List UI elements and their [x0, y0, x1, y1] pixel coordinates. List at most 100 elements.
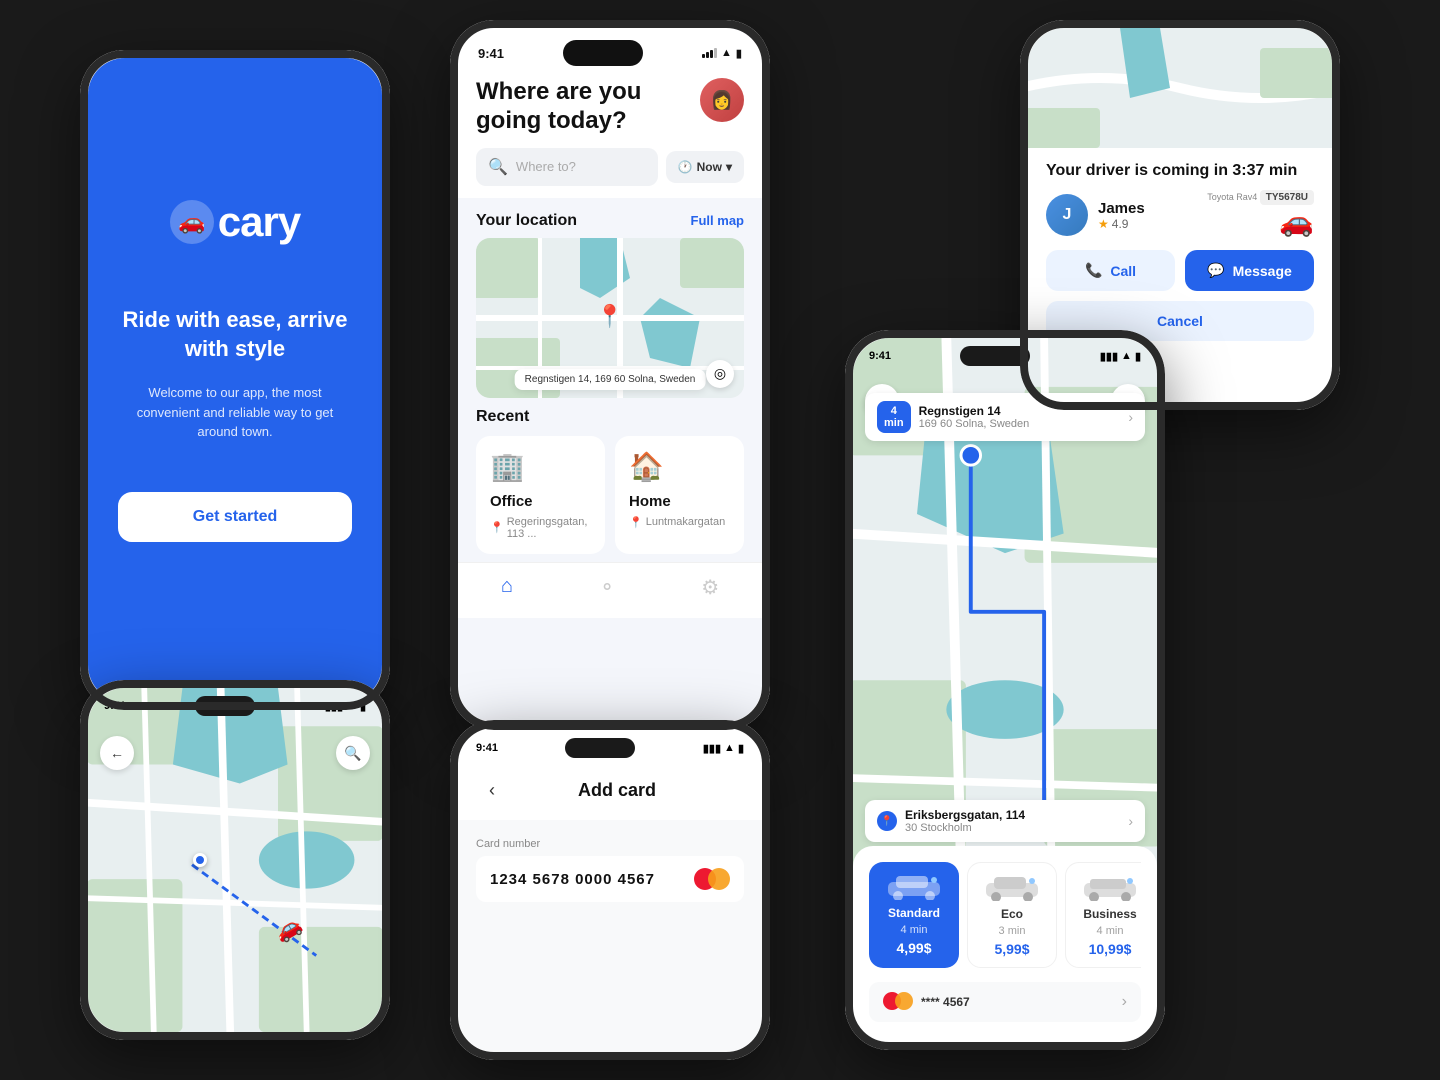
user-avatar[interactable]: 👩 [700, 78, 744, 122]
home-title: Where are you going today? [476, 78, 700, 136]
vehicle-business[interactable]: Business 4 min 10,99$ [1065, 862, 1141, 968]
map-status-bar: 9:41 ▮▮▮ ▲ ▮ [104, 696, 366, 716]
recent-section: Recent 🏢 Office 📍 Regeringsgatan, 113 ..… [458, 398, 762, 562]
home-icon: 🏠 [629, 450, 730, 483]
addcard-title: Add card [522, 780, 744, 801]
plate-badge: TY5678U [1260, 190, 1314, 205]
addcard-status-bar: 9:41 ▮▮▮ ▲ ▮ [458, 728, 762, 762]
action-buttons: 📞 Call 💬 Message [1046, 250, 1314, 291]
search-row: 🔍 Where to? 🕐 Now ▾ [476, 148, 744, 186]
nav-settings-icon: ⚙ [701, 575, 719, 600]
recent-cards: 🏢 Office 📍 Regeringsgatan, 113 ... 🏠 Hom… [476, 436, 744, 554]
map-screen: 9:41 ▮▮▮ ▲ ▮ [88, 688, 382, 1032]
nav-search-icon: ⚬ [599, 575, 616, 600]
home-title-row: Where are you going today? 👩 [476, 78, 744, 136]
dest-pin-icon: 📍 [877, 811, 897, 831]
origin-dot [193, 853, 207, 867]
signal-icon: ▮▮▮ [325, 700, 343, 713]
phone-icon: 📞 [1085, 262, 1102, 279]
logo-icon: 🚗 [170, 200, 214, 244]
phone-splash: 🚗 cary Ride with ease, arrive with style… [80, 50, 390, 710]
addcard-status-icons: ▮▮▮ ▲ ▮ [703, 742, 744, 755]
bottom-nav: ⌂ ⚬ ⚙ [458, 562, 762, 618]
call-button[interactable]: 📞 Call [1046, 250, 1175, 291]
home-name: Home [629, 493, 730, 510]
vehicle-standard[interactable]: Standard 4 min 4,99$ [869, 862, 959, 968]
map-island [195, 696, 255, 716]
route-island [960, 346, 1030, 366]
dest-text: Eriksbergsgatan, 114 30 Stockholm [905, 808, 1120, 834]
nav-home[interactable]: ⌂ [501, 575, 513, 600]
dest-chip[interactable]: 📍 Eriksbergsgatan, 114 30 Stockholm › [865, 800, 1145, 842]
location-address-chip: Regnstigen 14, 169 60 Solna, Sweden [515, 369, 706, 390]
nav-search[interactable]: ⚬ [599, 575, 616, 600]
card-number-field: Card number 1234 5678 0000 4567 [476, 838, 744, 902]
home-screen: 9:41 ▲ ▮ Where are you going today? [458, 28, 762, 722]
splash-tagline: Ride with ease, arrive with style [118, 306, 352, 363]
addcard-header: ‹ Add card [458, 762, 762, 820]
search-placeholder: Where to? [516, 159, 576, 174]
card-number-input[interactable]: 1234 5678 0000 4567 [476, 856, 744, 902]
payment-row[interactable]: **** 4567 › [869, 982, 1141, 1022]
back-button-map[interactable]: ← [100, 736, 134, 770]
driver-car: Toyota Rav4 TY5678U 🚗 [1207, 192, 1314, 238]
location-title: Your location [476, 212, 577, 230]
driver-details: James ★ 4.9 [1098, 200, 1145, 231]
driver-name: James [1098, 200, 1145, 217]
business-car-icon [1080, 873, 1140, 901]
location-pin: 📍 [596, 303, 623, 329]
route-status-icons: ▮▮▮ ▲ ▮ [1100, 350, 1141, 363]
chat-icon: 💬 [1207, 262, 1224, 279]
phone-home: 9:41 ▲ ▮ Where are you going today? [450, 20, 770, 730]
route-signal: ▮▮▮ [1100, 350, 1118, 363]
addcard-back-button[interactable]: ‹ [476, 774, 508, 806]
compass-icon: ◎ [706, 360, 734, 388]
nav-home-icon: ⌂ [501, 575, 513, 598]
phone-route: 9:41 ▮▮▮ ▲ ▮ [845, 330, 1165, 1050]
ac-wifi: ▲ [724, 742, 735, 755]
search-box[interactable]: 🔍 Where to? [476, 148, 658, 186]
driver-avatar: J [1046, 194, 1088, 236]
dest-chevron: › [1128, 813, 1133, 829]
driver-rating: ★ 4.9 [1098, 217, 1145, 231]
card-form: Card number 1234 5678 0000 4567 [458, 820, 762, 934]
now-label: Now [697, 160, 722, 174]
recent-card-office[interactable]: 🏢 Office 📍 Regeringsgatan, 113 ... [476, 436, 605, 554]
card-last4: **** 4567 [921, 995, 970, 1009]
recent-title: Recent [476, 408, 744, 426]
battery-icon-2: ▮ [360, 700, 366, 713]
now-button[interactable]: 🕐 Now ▾ [666, 151, 744, 183]
splash-screen: 🚗 cary Ride with ease, arrive with style… [88, 58, 382, 702]
vehicle-options: Standard 4 min 4,99$ [869, 862, 1141, 968]
driver-left: J James ★ 4.9 [1046, 194, 1145, 236]
message-button[interactable]: 💬 Message [1185, 250, 1314, 291]
avatar-placeholder: 👩 [700, 78, 744, 122]
addcard-island [565, 738, 635, 758]
splash-subtitle: Welcome to our app, the most convenient … [118, 383, 352, 442]
dynamic-island [563, 40, 643, 66]
vehicle-eco[interactable]: Eco 3 min 5,99$ [967, 862, 1057, 968]
route-wifi: ▲ [1121, 350, 1132, 362]
status-time: 9:41 [478, 46, 504, 61]
location-map[interactable]: 📍 Regnstigen 14, 169 60 Solna, Sweden ◎ [476, 238, 744, 398]
signal-bars [702, 48, 717, 58]
search-button-map[interactable]: 🔍 [336, 736, 370, 770]
eco-car-icon [982, 873, 1042, 901]
driver-map-strip [1028, 28, 1332, 148]
mastercard-icon [883, 992, 913, 1012]
route-status-bar: 9:41 ▮▮▮ ▲ ▮ [869, 346, 1141, 366]
addcard-screen: 9:41 ▮▮▮ ▲ ▮ ‹ Add card Card num [458, 728, 762, 1052]
driver-row: J James ★ 4.9 [1046, 192, 1314, 238]
pin-icon-2: 📍 [629, 516, 643, 529]
route-battery: ▮ [1135, 350, 1141, 363]
get-started-button[interactable]: Get started [118, 492, 352, 542]
driver-title: Your driver is coming in 3:37 min [1046, 162, 1314, 180]
car-model: Toyota Rav4 TY5678U [1207, 192, 1314, 203]
recent-card-home[interactable]: 🏠 Home 📍 Luntmakargatan [615, 436, 744, 554]
origin-chip[interactable]: 4 min Regnstigen 14 169 60 Solna, Sweden… [865, 393, 1145, 441]
nav-settings[interactable]: ⚙ [701, 575, 719, 600]
ac-signal: ▮▮▮ [703, 742, 721, 755]
vehicle-selection-sheet: Standard 4 min 4,99$ [853, 846, 1157, 1042]
full-map-link[interactable]: Full map [691, 213, 744, 228]
standard-car-icon [884, 872, 944, 900]
